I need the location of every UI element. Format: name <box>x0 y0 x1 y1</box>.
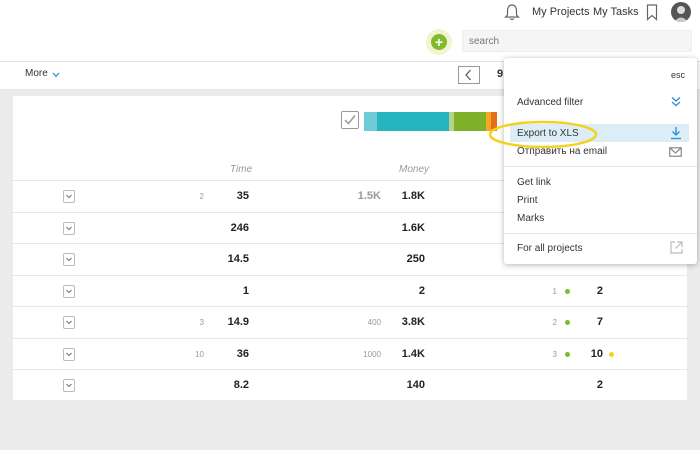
time-value: 14.5 <box>227 253 249 265</box>
get-link-item[interactable]: Get link <box>517 177 551 188</box>
money-small-value: 400 <box>367 318 381 327</box>
esc-label[interactable]: esc <box>671 70 685 80</box>
chevron-left-icon <box>465 69 471 81</box>
count-small-value: 3 <box>552 350 557 359</box>
bell-icon[interactable] <box>503 3 521 21</box>
page-number: 9 <box>497 68 504 80</box>
expand-row-button[interactable] <box>63 285 75 298</box>
table-row: 8.2 140 2 <box>13 369 687 401</box>
time-small-value: 2 <box>199 192 204 201</box>
status-dot <box>565 352 570 357</box>
print-item[interactable]: Print <box>517 195 538 206</box>
menu-divider <box>504 233 697 234</box>
double-chevron-down-icon[interactable] <box>671 96 681 108</box>
money-value: 1.8K <box>401 190 425 202</box>
money-value: 140 <box>406 379 425 391</box>
chevron-down-icon <box>66 383 72 388</box>
count-small-value: 2 <box>552 318 557 327</box>
money-small-value: 1.5K <box>357 190 381 202</box>
table-row: 10 36 1000 1.4K 3 10 <box>13 338 687 370</box>
bookmark-icon[interactable] <box>646 4 658 21</box>
prev-page-button[interactable] <box>458 66 480 84</box>
status-dot <box>565 320 570 325</box>
count-value: 7 <box>596 316 603 328</box>
chevron-down-icon <box>66 352 72 357</box>
money-value: 250 <box>406 253 425 265</box>
chevron-down-icon <box>66 320 72 325</box>
search-input[interactable] <box>462 30 692 52</box>
chevron-down-icon <box>66 226 72 231</box>
money-value: 1.6K <box>401 222 425 234</box>
user-avatar-icon <box>674 6 688 22</box>
avatar[interactable] <box>671 2 691 22</box>
status-segment <box>377 112 449 131</box>
select-all-checkbox[interactable] <box>341 111 359 129</box>
actions-menu: esc Advanced filter Export to XLS Отправ… <box>488 58 697 264</box>
chevron-down-icon <box>66 257 72 262</box>
top-bar: My Projects My Tasks + <box>0 0 700 62</box>
my-tasks-link[interactable]: My Tasks <box>593 6 639 18</box>
time-value: 35 <box>236 190 249 202</box>
external-link-icon[interactable] <box>670 241 683 254</box>
count-value: 10 <box>590 348 603 360</box>
expand-row-button[interactable] <box>63 316 75 329</box>
money-value: 1.4K <box>401 348 425 360</box>
time-small-value: 3 <box>199 318 204 327</box>
chevron-down-icon[interactable] <box>52 72 60 78</box>
expand-row-button[interactable] <box>63 348 75 361</box>
chevron-down-icon <box>66 194 72 199</box>
envelope-icon[interactable] <box>669 147 682 157</box>
count-small-value: 1 <box>552 287 557 296</box>
expand-row-button[interactable] <box>63 190 75 203</box>
column-header-time: Time <box>230 164 253 175</box>
count-value: 2 <box>596 379 603 391</box>
money-value: 2 <box>418 285 425 297</box>
menu-divider <box>504 166 697 167</box>
checkmark-icon <box>344 115 356 125</box>
more-menu[interactable]: More <box>25 68 48 79</box>
expand-row-button[interactable] <box>63 222 75 235</box>
time-value: 246 <box>230 222 249 234</box>
table-row: 3 14.9 400 3.8K 2 7 <box>13 306 687 338</box>
column-header-money: Money <box>399 164 430 175</box>
count-value: 2 <box>596 285 603 297</box>
time-small-value: 10 <box>195 350 204 359</box>
money-small-value: 1000 <box>363 350 381 359</box>
time-value: 1 <box>242 285 249 297</box>
send-email-item[interactable]: Отправить на email <box>517 146 607 157</box>
time-value: 36 <box>236 348 249 360</box>
time-value: 8.2 <box>233 379 249 391</box>
expand-row-button[interactable] <box>63 253 75 266</box>
for-all-projects-item[interactable]: For all projects <box>517 243 583 254</box>
chevron-down-icon <box>66 289 72 294</box>
add-button[interactable]: + <box>426 29 452 55</box>
my-projects-link[interactable]: My Projects <box>532 6 589 18</box>
table-row: 1 2 1 2 <box>13 275 687 307</box>
advanced-filter-item[interactable]: Advanced filter <box>517 97 583 108</box>
money-value: 3.8K <box>401 316 425 328</box>
expand-row-button[interactable] <box>63 379 75 392</box>
plus-icon: + <box>431 34 447 50</box>
status-segment <box>364 112 377 131</box>
status-dot <box>565 289 570 294</box>
marks-item[interactable]: Marks <box>517 213 544 224</box>
download-icon[interactable] <box>670 126 682 140</box>
status-dot <box>609 352 614 357</box>
status-segment <box>454 112 486 131</box>
time-value: 14.9 <box>227 316 249 328</box>
